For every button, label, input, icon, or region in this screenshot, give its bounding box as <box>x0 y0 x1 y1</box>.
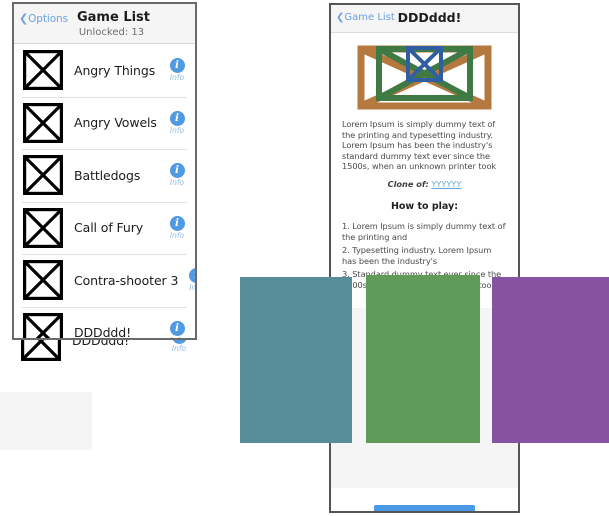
game-list-item[interactable]: Angry Things i Info <box>14 44 195 97</box>
clone-of-label: Clone of: <box>387 178 429 189</box>
clone-of-link[interactable]: YYYYYY <box>431 179 461 189</box>
game-list-item[interactable]: Battledogs i Info <box>14 149 195 202</box>
info-button[interactable]: iInfo <box>159 215 195 240</box>
info-button[interactable]: iInfo <box>178 268 197 293</box>
purple-rectangle <box>492 277 609 443</box>
game-list-header: ❮Options Game List Unlocked: 13 <box>14 4 195 44</box>
game-list-item[interactable]: Contra-shooter 3iInfo <box>14 254 195 307</box>
game-list-item[interactable]: Call of Fury i Info <box>14 201 195 254</box>
info-icon: i <box>169 110 185 126</box>
background-panel <box>0 392 92 450</box>
info-label: Info <box>169 230 185 240</box>
game-name: DDDddd! <box>74 325 131 340</box>
game-list-phone-frame: ❮Options Game List Unlocked: 13 Angry Th… <box>12 2 197 340</box>
info-icon: i <box>169 58 185 74</box>
info-icon: i <box>169 215 185 231</box>
game-thumbnail-icon <box>23 312 63 338</box>
game-thumbnail-icon <box>23 155 63 196</box>
placeholder-image-icon <box>357 45 492 110</box>
game-name: Angry Things <box>74 62 156 78</box>
info-label: Info <box>169 73 185 83</box>
game-description: Lorem Ipsum is simply dummy text of the … <box>342 119 497 172</box>
practice-button-wrap: Practice <box>331 505 518 511</box>
game-thumbnail-icon <box>23 260 63 301</box>
unlocked-count: Unlocked: 13 <box>78 27 145 38</box>
game-name: Call of Fury <box>74 220 144 236</box>
info-button[interactable]: iInfo <box>159 58 195 82</box>
game-name: Angry Vowels <box>74 115 157 131</box>
info-icon: i <box>169 320 185 336</box>
game-list: Angry Things i Info Angry Vowels i Info Battle… <box>14 44 195 340</box>
info-label: Info <box>171 343 187 353</box>
how-to-play-step: 1. Lorem Ipsum is simply dummy text of t… <box>342 220 506 242</box>
info-button[interactable]: iInfo <box>159 163 195 187</box>
game-detail-title: DDDddd! <box>397 10 462 25</box>
game-thumbnail-icon <box>23 207 63 248</box>
how-to-play-heading: How to play: <box>390 200 459 212</box>
info-icon: i <box>169 163 185 179</box>
page-title: Game List <box>76 10 151 25</box>
game-detail-header: ❮Game List DDDddd! <box>331 5 518 33</box>
game-thumbnail-icon <box>23 50 63 91</box>
game-name: Battledogs <box>74 167 141 183</box>
game-list-item[interactable]: DDDddd! iInfo <box>14 306 195 340</box>
info-label: Info <box>169 125 185 135</box>
info-icon: i <box>188 268 195 284</box>
info-button[interactable]: iInfo <box>159 110 195 135</box>
game-thumbnail-icon <box>23 102 63 143</box>
how-to-play-step: 2. Typesetting industry. Lorem Ipsum has… <box>342 245 492 266</box>
info-label: Info <box>189 283 197 293</box>
info-label: Info <box>170 336 184 338</box>
teal-rectangle <box>240 277 352 443</box>
game-detail-body: Lorem Ipsum is simply dummy text of the … <box>331 45 518 511</box>
green-rectangle <box>366 275 480 443</box>
practice-button[interactable]: Practice <box>374 505 475 511</box>
info-button[interactable]: iInfo <box>159 320 195 338</box>
info-label: Info <box>169 178 185 188</box>
game-list-item[interactable]: Angry Vowels i Info <box>14 96 195 149</box>
clone-of-line: Clone of: YYYYYY <box>331 179 518 189</box>
game-name: Contra-shooter 3 <box>74 272 179 288</box>
